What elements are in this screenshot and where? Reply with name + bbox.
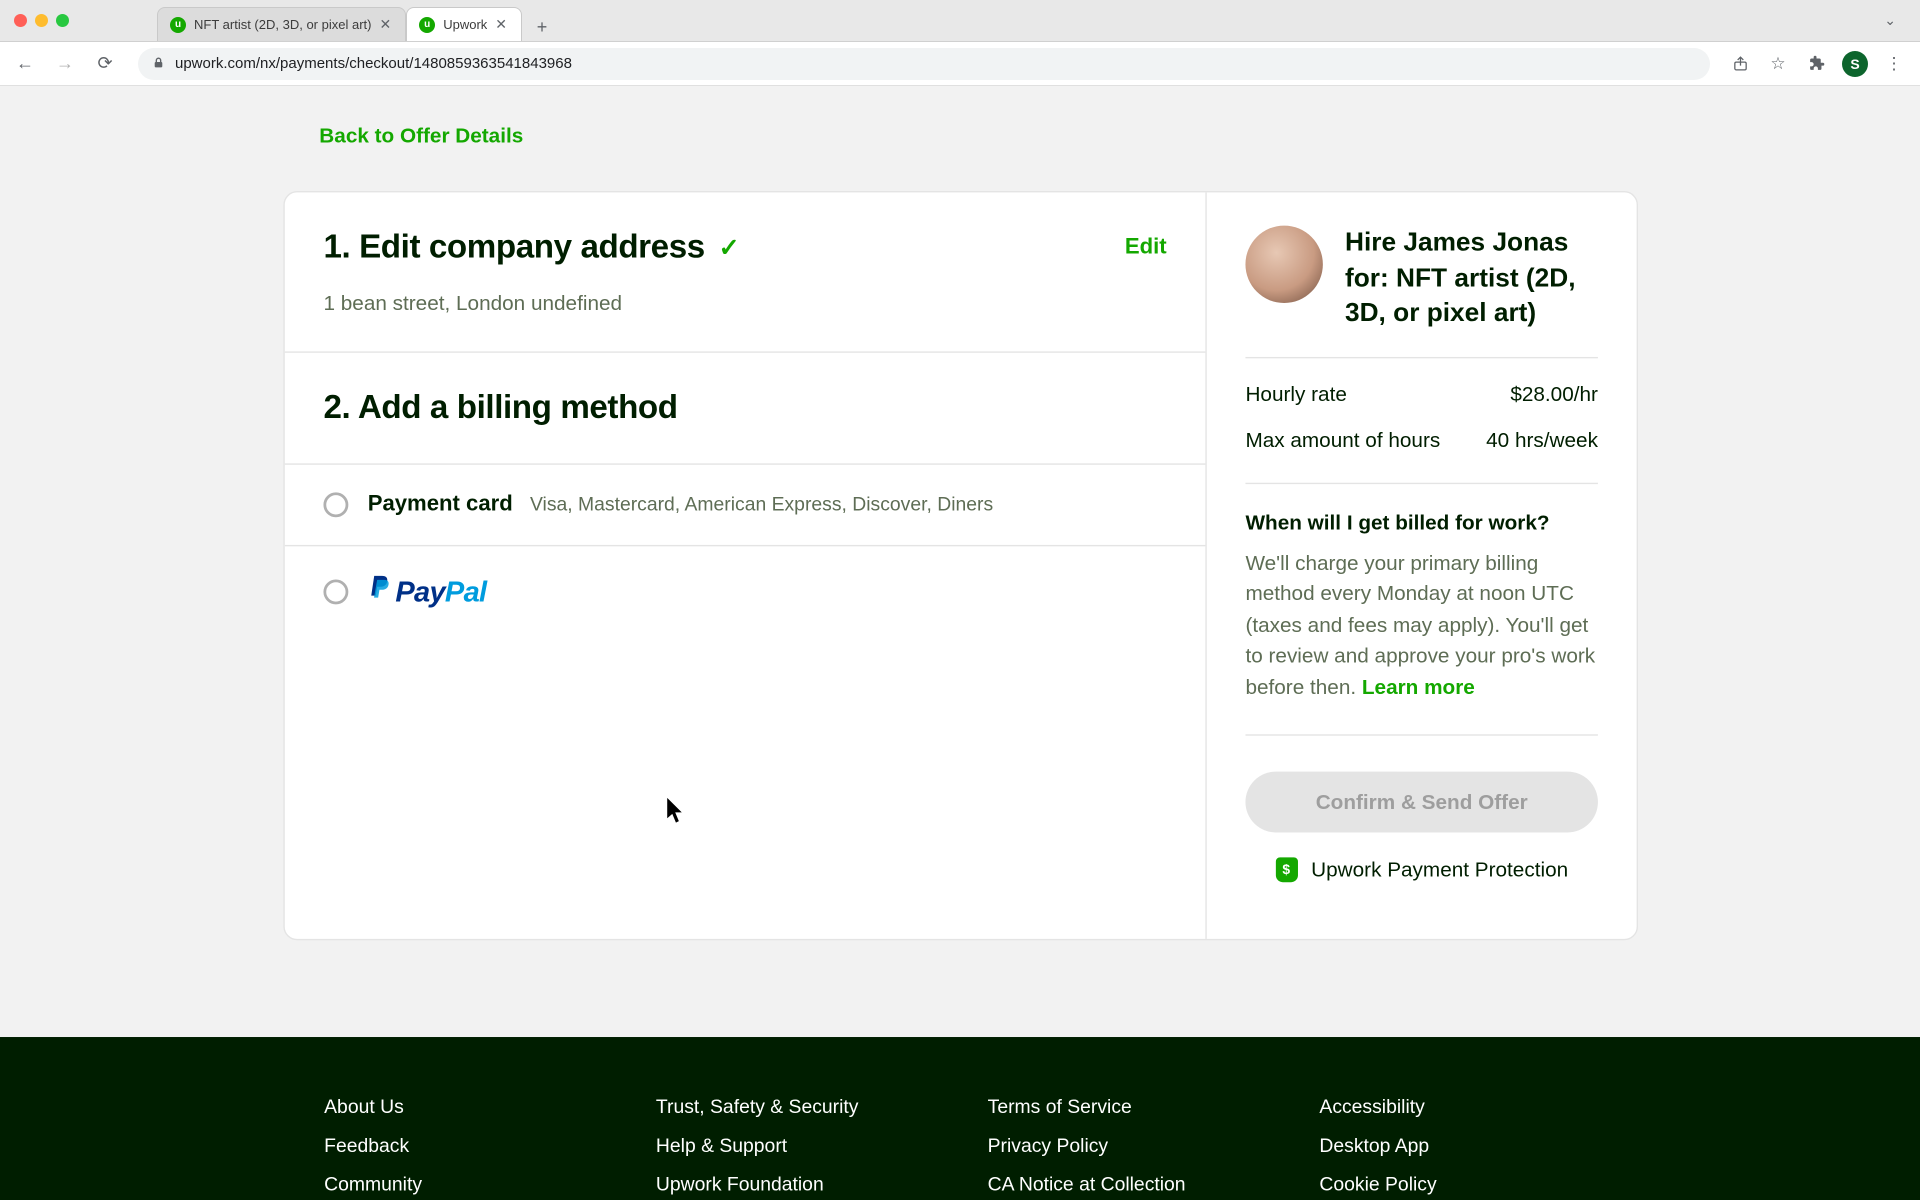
nav-reload-button[interactable]: ⟳	[90, 49, 120, 79]
hire-summary-title: Hire James Jonas for: NFT artist (2D, 3D…	[1345, 226, 1598, 332]
tabs-overflow-icon[interactable]: ⌄	[1874, 12, 1906, 29]
summary-label: Max amount of hours	[1245, 429, 1440, 452]
billing-question: When will I get billed for work?	[1245, 512, 1597, 535]
checkout-card: 1. Edit company address ✓ Edit 1 bean st…	[283, 191, 1638, 940]
lock-icon	[152, 56, 165, 72]
step-billing-method: 2. Add a billing method	[285, 351, 1206, 463]
billing-options: Payment card Visa, Mastercard, American …	[285, 463, 1206, 637]
mouse-cursor-icon	[666, 798, 685, 826]
summary-label: Hourly rate	[1245, 383, 1346, 406]
upwork-favicon-icon: u	[419, 17, 435, 33]
step-title-text: 1. Edit company address	[323, 228, 704, 267]
radio-unchecked-icon[interactable]	[323, 492, 348, 517]
payment-card-sublabel: Visa, Mastercard, American Express, Disc…	[530, 492, 993, 514]
tab-title: Upwork	[443, 17, 487, 32]
back-to-offer-link[interactable]: Back to Offer Details	[319, 125, 523, 148]
page-title	[319, 86, 1920, 105]
footer-link[interactable]: Community	[324, 1164, 600, 1200]
traffic-lights	[14, 14, 69, 27]
footer-link[interactable]: Terms of Service	[988, 1087, 1264, 1126]
paypal-logo-icon: PayPal	[368, 574, 487, 610]
window-titlebar: u NFT artist (2D, 3D, or pixel art) ✕ u …	[0, 0, 1920, 42]
footer-link[interactable]: Feedback	[324, 1125, 600, 1164]
learn-more-link[interactable]: Learn more	[1362, 676, 1475, 699]
radio-unchecked-icon[interactable]	[323, 579, 348, 604]
step-title-text: 2. Add a billing method	[323, 389, 677, 428]
browser-tab[interactable]: u NFT artist (2D, 3D, or pixel art) ✕	[157, 7, 406, 41]
tab-close-icon[interactable]: ✕	[495, 16, 507, 33]
footer-link[interactable]: Privacy Policy	[988, 1125, 1264, 1164]
step-company-address: 1. Edit company address ✓ Edit 1 bean st…	[285, 192, 1206, 351]
tab-title: NFT artist (2D, 3D, or pixel art)	[194, 17, 371, 32]
url-text: upwork.com/nx/payments/checkout/14808593…	[175, 55, 572, 72]
company-address-text: 1 bean street, London undefined	[323, 292, 1166, 315]
kebab-menu-icon[interactable]: ⋮	[1882, 52, 1906, 76]
order-summary: Hire James Jonas for: NFT artist (2D, 3D…	[1207, 192, 1637, 938]
billing-option-card[interactable]: Payment card Visa, Mastercard, American …	[285, 463, 1206, 545]
footer-link[interactable]: Help & Support	[656, 1125, 932, 1164]
billing-explanation: We'll charge your primary billing method…	[1245, 549, 1597, 705]
window-minimize-button[interactable]	[35, 14, 48, 27]
browser-tabs: u NFT artist (2D, 3D, or pixel art) ✕ u …	[157, 0, 556, 41]
edit-address-link[interactable]: Edit	[1125, 235, 1167, 260]
extensions-icon[interactable]	[1804, 52, 1828, 76]
nav-forward-button[interactable]: →	[50, 49, 80, 79]
summary-value: 40 hrs/week	[1486, 429, 1598, 452]
tab-close-icon[interactable]: ✕	[379, 16, 391, 33]
nav-back-button[interactable]: ←	[10, 49, 40, 79]
browser-tab[interactable]: u Upwork ✕	[406, 7, 522, 41]
payment-card-label: Payment card	[368, 492, 513, 515]
window-maximize-button[interactable]	[56, 14, 69, 27]
billing-option-paypal[interactable]: PayPal	[285, 545, 1206, 638]
share-icon[interactable]	[1728, 52, 1752, 76]
window-close-button[interactable]	[14, 14, 27, 27]
footer-link[interactable]: Cookie Policy	[1319, 1164, 1595, 1200]
address-bar[interactable]: upwork.com/nx/payments/checkout/14808593…	[138, 48, 1710, 80]
footer-link[interactable]: CA Notice at Collection	[988, 1164, 1264, 1200]
footer-link[interactable]: About Us	[324, 1087, 600, 1126]
payment-protection-badge: $ Upwork Payment Protection	[1245, 858, 1597, 883]
footer-link[interactable]: Trust, Safety & Security	[656, 1087, 932, 1126]
browser-toolbar: ← → ⟳ upwork.com/nx/payments/checkout/14…	[0, 42, 1920, 86]
shield-icon: $	[1275, 858, 1297, 883]
summary-row: Hourly rate $28.00/hr	[1245, 383, 1597, 406]
profile-avatar[interactable]: S	[1842, 51, 1868, 77]
checkmark-icon: ✓	[719, 233, 739, 262]
summary-value: $28.00/hr	[1510, 383, 1598, 406]
new-tab-button[interactable]: +	[528, 13, 556, 41]
freelancer-avatar	[1245, 226, 1322, 303]
footer-link[interactable]: Upwork Foundation	[656, 1164, 932, 1200]
footer-link[interactable]: Desktop App	[1319, 1125, 1595, 1164]
summary-row: Max amount of hours 40 hrs/week	[1245, 429, 1597, 452]
bookmark-star-icon[interactable]: ☆	[1766, 52, 1790, 76]
site-footer: About Us Feedback Community Trust, Safet…	[0, 1037, 1920, 1200]
upwork-favicon-icon: u	[170, 17, 186, 33]
footer-link[interactable]: Accessibility	[1319, 1087, 1595, 1126]
confirm-send-offer-button[interactable]: Confirm & Send Offer	[1245, 772, 1597, 833]
